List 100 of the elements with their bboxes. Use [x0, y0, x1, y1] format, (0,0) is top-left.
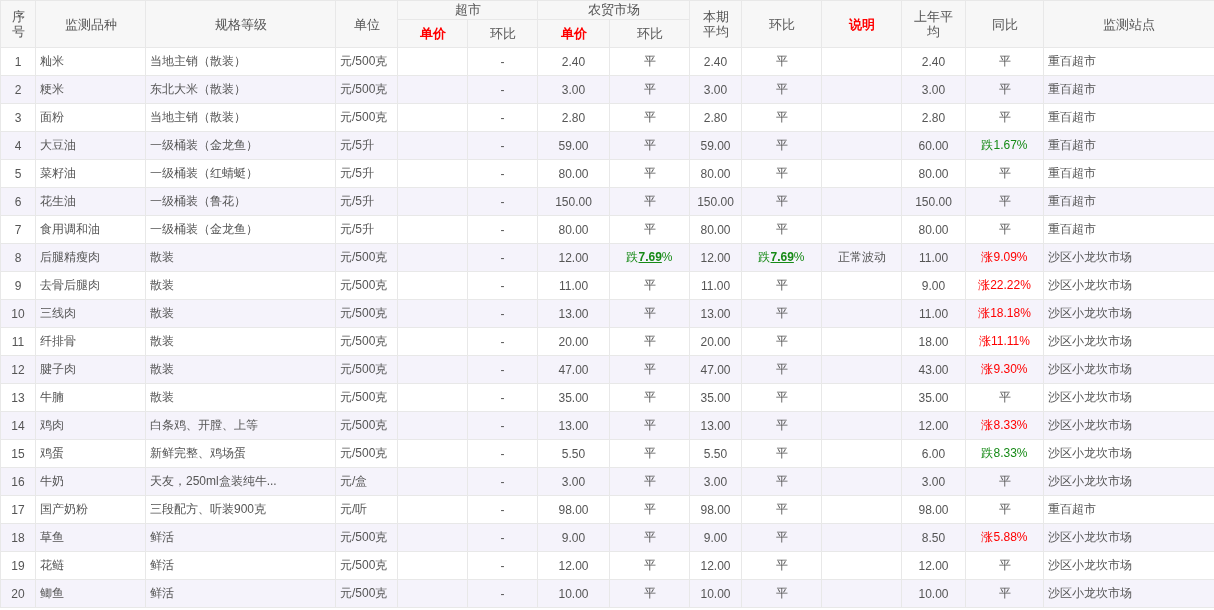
table-cell: 元/500克	[335, 327, 398, 356]
table-cell: 平	[609, 47, 690, 76]
table-cell: 平	[609, 75, 690, 104]
row-number: 4	[0, 131, 36, 160]
row-number: 18	[0, 523, 36, 552]
table-cell: 牛奶	[35, 467, 146, 496]
column-header: 监测站点	[1043, 0, 1214, 48]
table-cell: 2.80	[689, 103, 742, 132]
table-cell: 2.40	[901, 47, 966, 76]
table-cell: 平	[741, 355, 822, 384]
table-cell: -	[467, 523, 538, 552]
row-number: 1	[0, 47, 36, 76]
table-cell: 20.00	[689, 327, 742, 356]
table-cell: 12.00	[537, 243, 610, 272]
table-cell: 150.00	[901, 187, 966, 216]
table-cell: 鲫鱼	[35, 579, 146, 608]
table-cell: 8.50	[901, 523, 966, 552]
table-cell: 47.00	[537, 355, 610, 384]
table-cell: 11.00	[901, 299, 966, 328]
table-cell: 平	[741, 215, 822, 244]
table-cell: -	[467, 243, 538, 272]
table-cell: 籼米	[35, 47, 146, 76]
table-cell: 3.00	[537, 467, 610, 496]
table-cell: 新鲜完整、鸡场蛋	[145, 439, 336, 468]
table-cell: 元/500克	[335, 411, 398, 440]
column-header: 说明	[821, 0, 902, 48]
table-cell: 平	[609, 411, 690, 440]
table-cell: -	[467, 327, 538, 356]
table-cell: 平	[609, 467, 690, 496]
table-cell: 5.50	[689, 439, 742, 468]
table-cell: 10.00	[537, 579, 610, 608]
table-cell: 平	[609, 103, 690, 132]
table-cell: 元/500克	[335, 103, 398, 132]
table-cell: 跌8.33%	[965, 439, 1044, 468]
table-cell: 重百超市	[1043, 131, 1214, 160]
table-cell: 元/盒	[335, 467, 398, 496]
table-cell: 12.00	[901, 411, 966, 440]
table-cell: -	[467, 355, 538, 384]
row-number: 16	[0, 467, 36, 496]
table-cell: -	[467, 215, 538, 244]
table-cell: 鸡肉	[35, 411, 146, 440]
row-number: 6	[0, 187, 36, 216]
table-cell: 当地主销（散装）	[145, 103, 336, 132]
row-number: 9	[0, 271, 36, 300]
table-cell: 大豆油	[35, 131, 146, 160]
table-cell: 跌7.69%	[609, 243, 690, 272]
row-number: 7	[0, 215, 36, 244]
table-cell: 60.00	[901, 131, 966, 160]
table-cell: 43.00	[901, 355, 966, 384]
table-cell: 平	[609, 299, 690, 328]
table-cell: 涨9.30%	[965, 355, 1044, 384]
table-cell: 平	[609, 495, 690, 524]
table-cell: 12.00	[537, 551, 610, 580]
row-number: 13	[0, 383, 36, 412]
table-cell: 80.00	[537, 215, 610, 244]
table-cell: 平	[741, 411, 822, 440]
table-cell: 平	[741, 551, 822, 580]
table-cell: 平	[609, 159, 690, 188]
table-cell: 平	[741, 299, 822, 328]
row-number: 3	[0, 103, 36, 132]
table-cell: 粳米	[35, 75, 146, 104]
table-cell: 平	[609, 327, 690, 356]
table-cell: 沙区小龙坎市场	[1043, 411, 1214, 440]
table-cell: 元/5升	[335, 187, 398, 216]
table-cell: 涨8.33%	[965, 411, 1044, 440]
table-cell: 平	[965, 467, 1044, 496]
table-cell: 13.00	[537, 411, 610, 440]
table-cell: 2.40	[537, 47, 610, 76]
table-cell: -	[467, 103, 538, 132]
column-group-header: 农贸市场	[537, 0, 690, 20]
table-cell: 平	[741, 159, 822, 188]
table-cell: -	[467, 299, 538, 328]
table-cell: 平	[609, 383, 690, 412]
table-cell: 散装	[145, 271, 336, 300]
table-cell: 80.00	[689, 159, 742, 188]
table-cell: 重百超市	[1043, 187, 1214, 216]
table-cell: 2.80	[537, 103, 610, 132]
table-cell: 元/听	[335, 495, 398, 524]
table-cell: -	[467, 495, 538, 524]
table-cell: 三线肉	[35, 299, 146, 328]
table-cell: -	[467, 187, 538, 216]
column-header: 单价	[537, 19, 610, 48]
table-cell: 5.50	[537, 439, 610, 468]
table-cell: 80.00	[689, 215, 742, 244]
row-number: 10	[0, 299, 36, 328]
table-cell: 9.00	[537, 523, 610, 552]
table-cell: 18.00	[901, 327, 966, 356]
table-cell: 元/500克	[335, 383, 398, 412]
table-cell: 平	[741, 327, 822, 356]
table-cell: 牛腩	[35, 383, 146, 412]
row-number: 2	[0, 75, 36, 104]
table-cell: -	[467, 383, 538, 412]
table-cell: -	[467, 579, 538, 608]
table-cell: 平	[965, 187, 1044, 216]
table-cell: 元/500克	[335, 551, 398, 580]
table-cell: 沙区小龙坎市场	[1043, 579, 1214, 608]
column-header: 同比	[965, 0, 1044, 48]
column-header: 规格等级	[145, 0, 336, 48]
table-cell: 花鲢	[35, 551, 146, 580]
table-cell: 平	[965, 159, 1044, 188]
